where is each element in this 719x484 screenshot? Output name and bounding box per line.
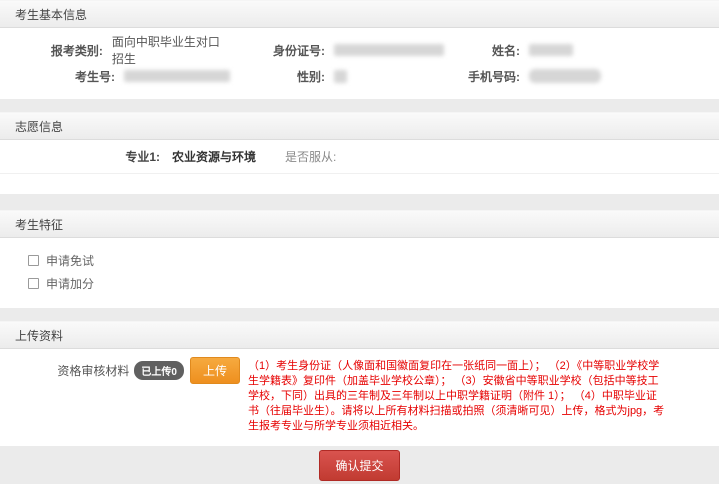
footer-bar: 确认提交 (0, 446, 719, 484)
major1-label: 专业1: (0, 148, 160, 165)
uploaded-count-badge: 已上传0 (134, 361, 184, 380)
basic-info-body: 报考类别: 面向中职毕业生对口招生 身份证号: 姓名: 考生号: 性别: (0, 28, 719, 99)
confirm-submit-button[interactable]: 确认提交 (319, 450, 399, 481)
basic-info-row-2: 考生号: 性别: 手机号码: (0, 63, 719, 89)
phone-label: 手机号码: (460, 68, 520, 85)
field-category: 报考类别: 面向中职毕业生对口招生 (0, 33, 230, 67)
obey-label: 是否服从: (285, 148, 336, 165)
exam-number-redacted-value (124, 70, 230, 82)
phone-redacted-value (529, 69, 601, 83)
field-id-number: 身份证号: (230, 42, 460, 59)
section-upload-materials: 上传资料 资格审核材料 已上传0 上传 （1）考生身份证（人像面和国徽面复印在一… (0, 321, 719, 446)
major1-value: 农业资源与环境 (172, 148, 285, 165)
material-label: 资格审核材料 (57, 362, 129, 379)
section-candidate-traits: 考生特征 申请免试 申请加分 (0, 210, 719, 308)
section-title-basic-info: 考生基本信息 (0, 0, 719, 28)
gender-label: 性别: (230, 68, 325, 85)
section-gap (0, 308, 719, 321)
checkbox-apply-bonus-points[interactable] (28, 278, 39, 289)
section-title-preference-info: 志愿信息 (0, 112, 719, 140)
major1-row: 专业1: 农业资源与环境 是否服从: (0, 140, 719, 167)
name-label: 姓名: (460, 42, 520, 59)
category-value: 面向中职毕业生对口招生 (112, 33, 230, 67)
empty-row (0, 174, 719, 194)
exemption-option-row: 申请免试 (28, 250, 719, 270)
section-title-upload-materials: 上传资料 (0, 321, 719, 349)
id-number-redacted-value (334, 44, 444, 56)
field-exam-number: 考生号: (0, 68, 230, 85)
field-name: 姓名: (460, 42, 719, 59)
apply-bonus-points-label: 申请加分 (46, 275, 94, 292)
upload-controls: 资格审核材料 已上传0 上传 (0, 357, 240, 383)
upload-body: 资格审核材料 已上传0 上传 （1）考生身份证（人像面和国徽面复印在一张纸同一面… (0, 349, 719, 446)
checkbox-apply-exemption[interactable] (28, 255, 39, 266)
section-gap (0, 99, 719, 112)
upload-button[interactable]: 上传 (190, 357, 240, 384)
name-redacted-value (529, 44, 573, 56)
apply-exemption-label: 申请免试 (46, 252, 94, 269)
field-phone: 手机号码: (460, 68, 719, 85)
bonus-option-row: 申请加分 (28, 273, 719, 293)
id-number-label: 身份证号: (230, 42, 325, 59)
upload-notice-text: （1）考生身份证（人像面和国徽面复印在一张纸同一面上）； （2）《中等职业学校学… (248, 357, 666, 434)
category-label: 报考类别: (0, 42, 103, 59)
gender-redacted-value (334, 70, 347, 83)
traits-body: 申请免试 申请加分 (0, 238, 719, 308)
basic-info-row-1: 报考类别: 面向中职毕业生对口招生 身份证号: 姓名: (0, 37, 719, 63)
section-gap (0, 194, 719, 210)
preference-body: 专业1: 农业资源与环境 是否服从: (0, 140, 719, 194)
section-basic-info: 考生基本信息 报考类别: 面向中职毕业生对口招生 身份证号: 姓名: 考生号: … (0, 0, 719, 99)
field-gender: 性别: (230, 68, 460, 85)
section-preference-info: 志愿信息 专业1: 农业资源与环境 是否服从: (0, 112, 719, 194)
section-title-candidate-traits: 考生特征 (0, 210, 719, 238)
exam-number-label: 考生号: (0, 68, 115, 85)
